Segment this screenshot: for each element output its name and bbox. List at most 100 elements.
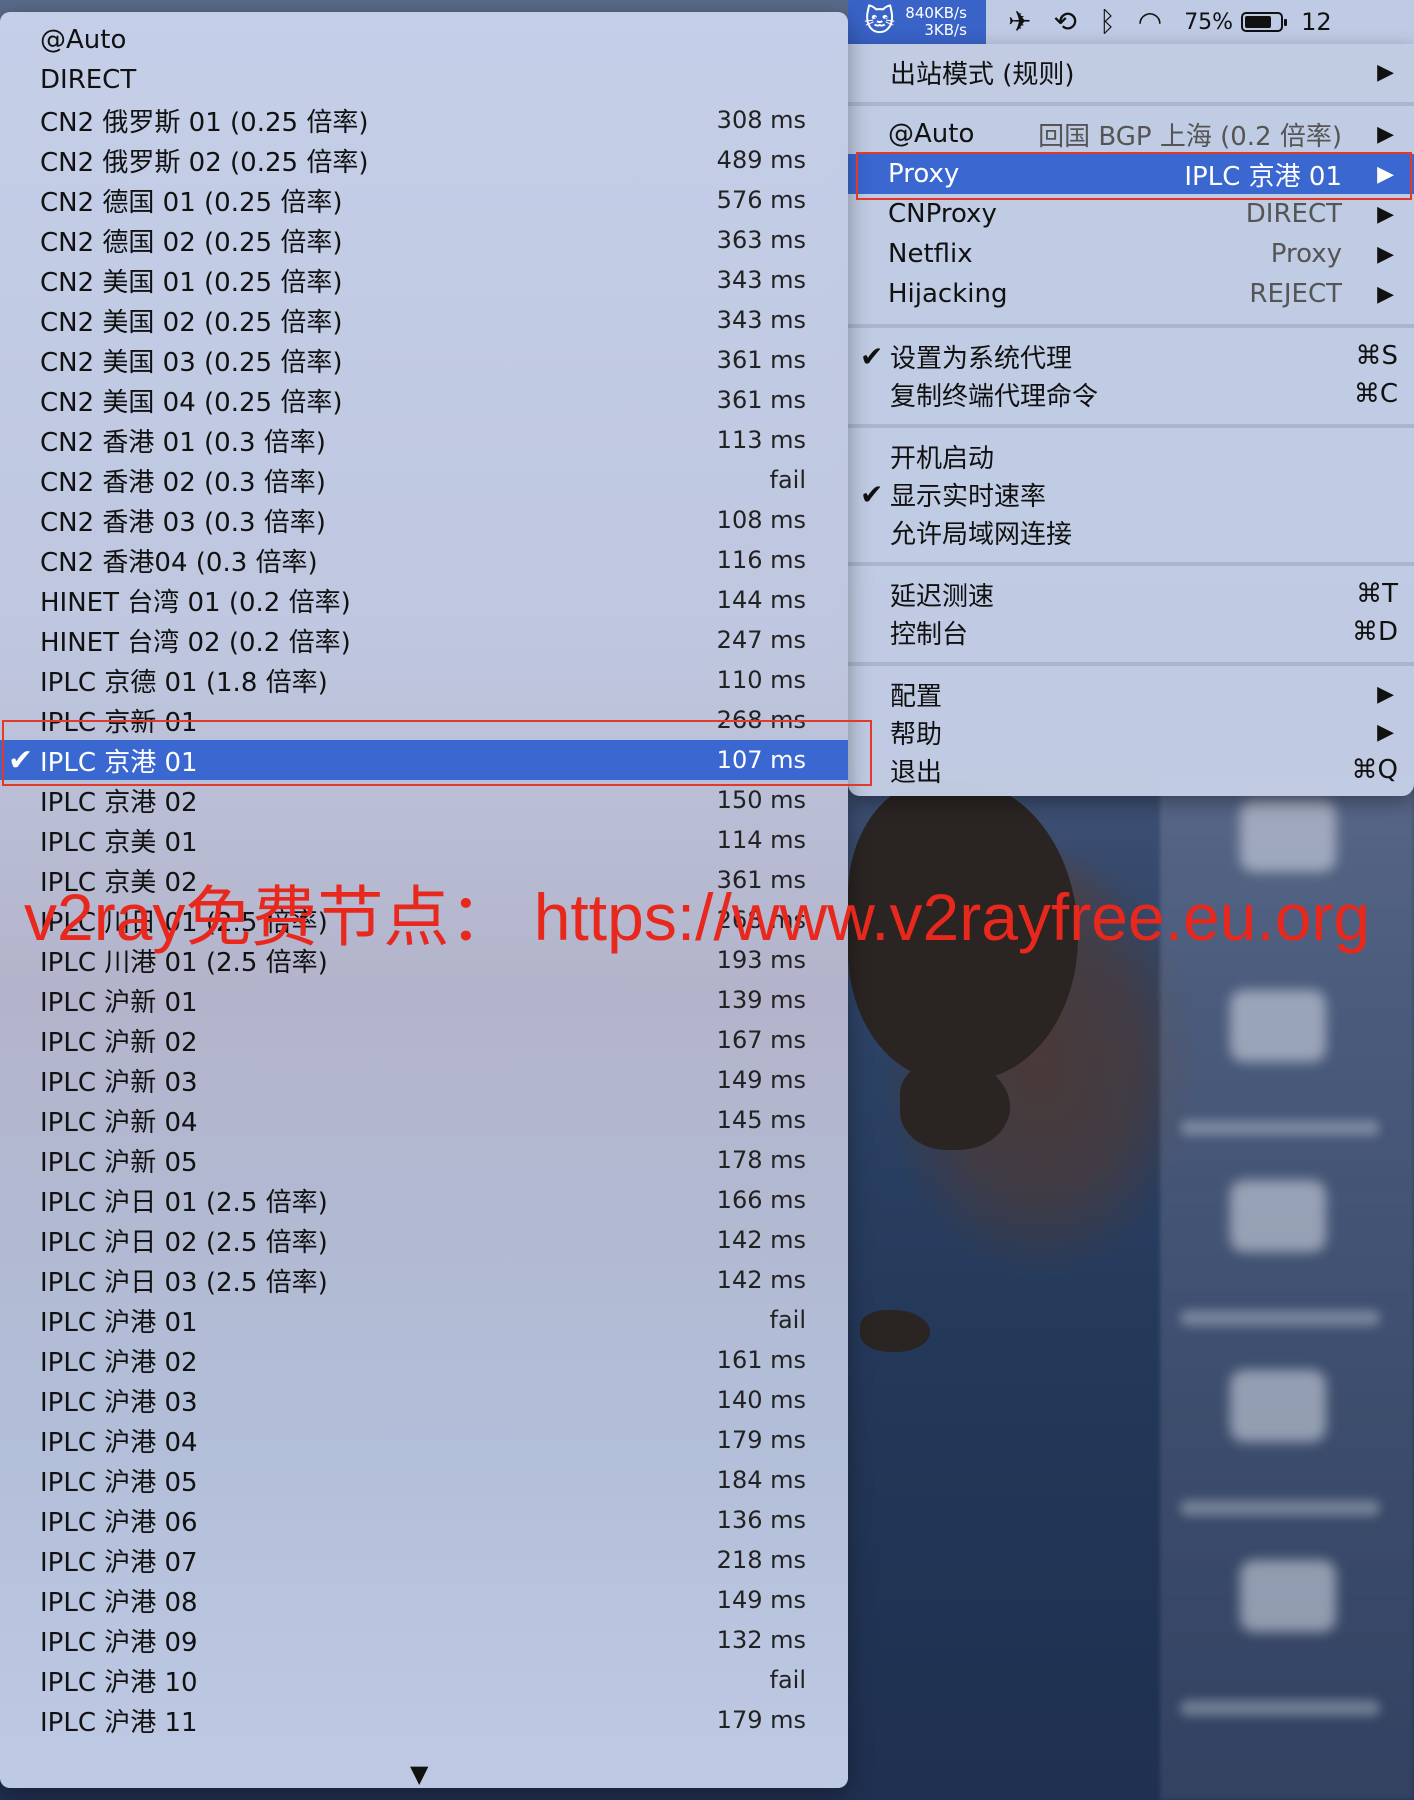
group-cnproxy[interactable]: CNProxy DIRECT ▶	[848, 194, 1414, 234]
quit[interactable]: 退出 ⌘Q	[848, 750, 1414, 790]
proxy-node-item[interactable]: HINET 台湾 01 (0.2 倍率) 144 ms	[0, 580, 848, 620]
proxy-node-item[interactable]: IPLC 沪日 02 (2.5 倍率) 142 ms	[0, 1220, 848, 1260]
proxy-node-item[interactable]: IPLC 沪新 01 139 ms	[0, 980, 848, 1020]
proxy-node-latency: fail	[769, 1666, 807, 1694]
proxy-node-item[interactable]: CN2 德国 02 (0.25 倍率) 363 ms	[0, 220, 848, 260]
proxy-node-item[interactable]: IPLC 沪港 06 136 ms	[0, 1500, 848, 1540]
proxy-node-name: CN2 美国 03 (0.25 倍率)	[40, 347, 343, 378]
separator	[848, 324, 1414, 328]
shortcut: ⌘Q	[1351, 755, 1398, 785]
proxy-node-item[interactable]: IPLC 沪日 03 (2.5 倍率) 142 ms	[0, 1260, 848, 1300]
config-menu[interactable]: 配置 ▶	[848, 674, 1414, 714]
blurred-caption	[1180, 1120, 1380, 1136]
proxy-node-item[interactable]: CN2 俄罗斯 01 (0.25 倍率) 308 ms	[0, 100, 848, 140]
group-label: @Auto	[888, 119, 975, 149]
proxy-node-item[interactable]: IPLC 沪港 09 132 ms	[0, 1620, 848, 1660]
proxy-node-item[interactable]: IPLC 沪港 04 179 ms	[0, 1420, 848, 1460]
proxy-node-item[interactable]: IPLC 京港 02 150 ms	[0, 780, 848, 820]
launch-at-login[interactable]: 开机启动	[848, 436, 1414, 476]
proxy-node-item[interactable]: IPLC 沪港 02 161 ms	[0, 1340, 848, 1380]
proxy-node-name: IPLC 京美 01	[40, 827, 198, 858]
set-system-proxy[interactable]: ✔ 设置为系统代理 ⌘S	[848, 336, 1414, 376]
bluetooth-icon[interactable]: ᛒ	[1099, 8, 1116, 36]
time-machine-icon[interactable]: ⟲	[1053, 8, 1076, 36]
wifi-icon[interactable]: ◠	[1138, 8, 1162, 36]
proxy-node-item[interactable]: DIRECT	[0, 60, 848, 100]
blurred-caption	[1180, 1310, 1380, 1326]
proxy-node-item[interactable]: CN2 香港 01 (0.3 倍率) 113 ms	[0, 420, 848, 460]
proxy-node-item[interactable]: CN2 美国 04 (0.25 倍率) 361 ms	[0, 380, 848, 420]
blurred-thumbnail	[1240, 800, 1336, 872]
proxy-node-item[interactable]: CN2 美国 03 (0.25 倍率) 361 ms	[0, 340, 848, 380]
clashx-status-item[interactable]: 🐱 840KB/s 3KB/s	[848, 0, 986, 44]
proxy-node-item[interactable]: IPLC 京美 01 114 ms	[0, 820, 848, 860]
proxy-node-item[interactable]: IPLC 沪新 05 178 ms	[0, 1140, 848, 1180]
checkmark-icon: ✔	[860, 477, 884, 511]
proxy-node-item[interactable]: IPLC 沪港 03 140 ms	[0, 1380, 848, 1420]
proxy-node-item[interactable]: IPLC 沪港 07 218 ms	[0, 1540, 848, 1580]
proxy-node-latency: 184 ms	[716, 1466, 806, 1494]
proxy-node-item[interactable]: IPLC 京德 01 (1.8 倍率) 110 ms	[0, 660, 848, 700]
proxy-node-item[interactable]: IPLC 沪新 03 149 ms	[0, 1060, 848, 1100]
proxy-node-latency: fail	[769, 1306, 807, 1334]
menu-bar: 🐱 840KB/s 3KB/s ✈ ⟲ ᛒ ◠ 75% 12	[848, 0, 1414, 44]
paper-plane-icon[interactable]: ✈	[1008, 8, 1031, 36]
proxy-node-latency: 144 ms	[716, 586, 806, 614]
proxy-node-item[interactable]: IPLC 沪港 01 fail	[0, 1300, 848, 1340]
proxy-node-latency: 166 ms	[716, 1186, 806, 1214]
latency-test[interactable]: 延迟测速 ⌘T	[848, 574, 1414, 614]
proxy-node-item[interactable]: CN2 香港04 (0.3 倍率) 116 ms	[0, 540, 848, 580]
allow-lan[interactable]: 允许局域网连接	[848, 512, 1414, 552]
proxy-node-latency: 576 ms	[716, 186, 806, 214]
show-realtime-speed[interactable]: ✔ 显示实时速率	[848, 474, 1414, 514]
proxy-node-latency: 179 ms	[716, 1426, 806, 1454]
blurred-thumbnail	[1230, 990, 1326, 1062]
group-hijacking[interactable]: Hijacking REJECT ▶	[848, 274, 1414, 314]
proxy-node-name: CN2 香港 01 (0.3 倍率)	[40, 427, 326, 458]
menu-label: 退出	[890, 757, 943, 788]
group-netflix[interactable]: Netflix Proxy ▶	[848, 234, 1414, 274]
rock-small	[860, 1310, 930, 1352]
proxy-node-item[interactable]: IPLC 沪港 08 149 ms	[0, 1580, 848, 1620]
menu-label: 允许局域网连接	[890, 519, 1073, 550]
proxy-node-item[interactable]: @Auto	[0, 20, 848, 60]
group-label: Netflix	[888, 239, 973, 269]
proxy-node-name: CN2 美国 02 (0.25 倍率)	[40, 307, 343, 338]
proxy-node-latency: 178 ms	[716, 1146, 806, 1174]
proxy-node-item[interactable]: IPLC 沪港 10 fail	[0, 1660, 848, 1700]
battery-icon[interactable]	[1241, 12, 1288, 32]
proxy-node-name: CN2 香港 02 (0.3 倍率)	[40, 467, 326, 498]
console[interactable]: 控制台 ⌘D	[848, 612, 1414, 652]
proxy-node-item[interactable]: CN2 美国 02 (0.25 倍率) 343 ms	[0, 300, 848, 340]
copy-terminal-command[interactable]: 复制终端代理命令 ⌘C	[848, 374, 1414, 414]
proxy-node-name: IPLC 沪港 05	[40, 1467, 198, 1498]
help-menu[interactable]: 帮助 ▶	[848, 712, 1414, 752]
proxy-node-item[interactable]: CN2 俄罗斯 02 (0.25 倍率) 489 ms	[0, 140, 848, 180]
group-label: CNProxy	[888, 199, 997, 229]
proxy-node-item[interactable]: HINET 台湾 02 (0.2 倍率) 247 ms	[0, 620, 848, 660]
clock[interactable]: 12	[1301, 8, 1332, 36]
triangle-right-icon: ▶	[1377, 281, 1394, 307]
proxy-node-latency: fail	[769, 466, 807, 494]
outbound-mode-menu[interactable]: 出站模式 (规则) ▶	[848, 52, 1414, 92]
proxy-node-item[interactable]: IPLC 沪新 02 167 ms	[0, 1020, 848, 1060]
proxy-node-item[interactable]: IPLC 沪日 01 (2.5 倍率) 166 ms	[0, 1180, 848, 1220]
battery-percent[interactable]: 75%	[1184, 10, 1233, 35]
triangle-down-icon[interactable]: ▼	[410, 1760, 428, 1788]
cat-icon: 🐱	[864, 4, 896, 39]
proxy-node-item[interactable]: IPLC 沪港 11 179 ms	[0, 1700, 848, 1740]
group-auto[interactable]: @Auto 回国 BGP 上海 (0.2 倍率) ▶	[848, 114, 1414, 154]
proxy-node-item[interactable]: CN2 德国 01 (0.25 倍率) 576 ms	[0, 180, 848, 220]
proxy-node-latency: 167 ms	[716, 1026, 806, 1054]
proxy-node-item[interactable]: IPLC 沪港 05 184 ms	[0, 1460, 848, 1500]
proxy-node-latency: 363 ms	[716, 226, 806, 254]
proxy-node-latency: 136 ms	[716, 1506, 806, 1534]
proxy-node-name: IPLC 沪港 07	[40, 1547, 198, 1578]
proxy-node-item[interactable]: CN2 香港 03 (0.3 倍率) 108 ms	[0, 500, 848, 540]
proxy-node-name: IPLC 沪港 01	[40, 1307, 198, 1338]
proxy-node-item[interactable]: IPLC 沪新 04 145 ms	[0, 1100, 848, 1140]
proxy-node-name: IPLC 沪日 01 (2.5 倍率)	[40, 1187, 328, 1218]
proxy-node-item[interactable]: CN2 香港 02 (0.3 倍率) fail	[0, 460, 848, 500]
proxy-node-latency: 361 ms	[716, 346, 806, 374]
proxy-node-item[interactable]: CN2 美国 01 (0.25 倍率) 343 ms	[0, 260, 848, 300]
